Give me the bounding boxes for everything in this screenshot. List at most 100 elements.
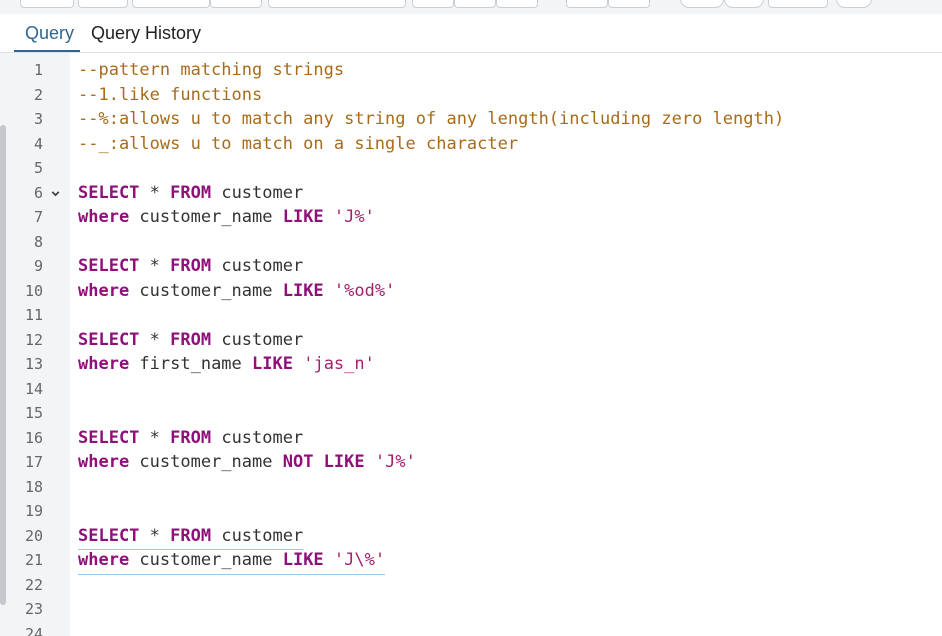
token-keyword: SELECT [78,182,140,203]
token-keyword: NOT LIKE [282,452,365,472]
code-text: --pattern matching strings [78,58,344,83]
code-line[interactable]: 5 [0,156,942,181]
token-op [293,354,303,374]
code-line[interactable]: 1 --pattern matching strings [0,58,942,83]
token-string: 'J\%' [333,550,386,570]
code-line[interactable]: 6 SELECT * FROM customer [0,181,942,206]
toolbar-button[interactable] [454,0,496,8]
sql-editor[interactable]: 1 --pattern matching strings 2 --1.like fun… [0,53,942,636]
token-ident: customer_name [129,452,283,472]
code-line[interactable]: 23 [0,597,942,622]
code-line[interactable]: 11 [0,303,942,328]
line-number: 2 [33,85,43,104]
toolbar-button[interactable] [566,0,608,8]
toolbar-button[interactable] [210,0,262,8]
toolbar-button[interactable] [768,0,828,8]
toolbar-button[interactable] [20,0,74,8]
code-line[interactable]: 18 [0,475,942,500]
token-ident: customer [211,427,304,448]
line-number: 17 [24,453,43,471]
token-keyword: where [78,452,130,472]
token-ident: customer [211,329,304,350]
token-keyword: SELECT [78,329,140,350]
token-string: 'J%' [374,452,416,472]
token-op [324,207,334,227]
code-line[interactable]: 20 SELECT * FROM customer [0,524,942,550]
code-line[interactable]: 14 [0,377,942,402]
line-number: 21 [24,551,43,569]
code-line[interactable]: 24 [0,622,942,636]
token-ident: customer [211,182,304,203]
code-line[interactable]: 7 where customer_name LIKE 'J%' [0,205,942,230]
code-line[interactable]: 19 [0,499,942,524]
chevron-down-icon[interactable] [50,181,61,206]
line-number: 14 [24,379,43,398]
line-number: 18 [24,477,43,496]
toolbar [0,0,942,15]
token-keyword: FROM [170,427,212,448]
code-line[interactable]: 17 where customer_name NOT LIKE 'J%' [0,450,942,475]
toolbar-button[interactable] [608,0,650,8]
toolbar-button[interactable] [132,0,210,8]
line-number: 11 [24,306,43,324]
line-number: 1 [33,61,43,79]
toolbar-button[interactable] [268,0,406,8]
toolbar-button[interactable] [836,0,872,8]
token-comment: --_:allows u to match on a single charac… [78,133,519,154]
toolbar-button[interactable] [680,0,724,8]
code-line[interactable]: 8 [0,230,942,255]
line-number: 20 [24,526,43,545]
token-keyword: SELECT [78,525,140,546]
code-line[interactable]: 4 --_:allows u to match on a single chara… [0,132,942,157]
line-number: 5 [33,159,43,177]
token-keyword: LIKE [282,280,324,301]
code-text: SELECT * FROM customer [78,254,303,279]
token-comment: --%:allows u to match any string of any … [78,109,785,129]
line-number: 6 [33,183,43,202]
line-number: 19 [24,502,43,520]
token-op: * [139,525,171,546]
code-line[interactable]: 22 [0,573,942,598]
code-line[interactable]: 21 where customer_name LIKE 'J\%' [0,548,942,575]
line-number: 24 [24,624,43,636]
code-line[interactable]: 3 --%:allows u to match any string of any… [0,107,942,132]
tab-query[interactable]: Query [25,14,74,52]
line-number: 12 [24,330,43,349]
code-text: --%:allows u to match any string of any … [78,107,784,132]
toolbar-button[interactable] [724,0,764,8]
code-text: SELECT * FROM customer [78,524,304,550]
token-keyword: LIKE [252,354,293,374]
toolbar-button[interactable] [412,0,454,8]
line-number: 9 [33,257,43,275]
token-keyword: where [78,280,130,301]
token-ident: first_name [129,354,253,374]
token-ident: customer [211,256,304,276]
code-line[interactable]: 16 SELECT * FROM customer [0,426,942,451]
code-text: SELECT * FROM customer [78,181,303,206]
code-line[interactable]: 10 where customer_name LIKE '%od%' [0,279,942,304]
code-text: --1.like functions [78,83,262,108]
line-number: 22 [24,575,43,594]
code-text: SELECT * FROM customer [78,328,303,353]
editor-tabs: Query Query History [0,14,942,53]
token-op [324,281,334,301]
toolbar-button[interactable] [496,0,538,8]
line-number: 3 [33,110,43,128]
code-line[interactable]: 15 [0,401,942,426]
token-keyword: where [78,354,130,374]
active-tab-indicator [14,50,80,52]
code-line[interactable]: 9 SELECT * FROM customer [0,254,942,279]
code-line[interactable]: 2 --1.like functions [0,83,942,108]
line-number: 23 [24,600,43,618]
code-line[interactable]: 12 SELECT * FROM customer [0,328,942,353]
line-number: 10 [24,281,43,300]
toolbar-button[interactable] [78,0,128,8]
code-text: --_:allows u to match on a single charac… [78,132,518,157]
tab-query-history[interactable]: Query History [91,14,201,52]
token-keyword: FROM [170,256,212,276]
line-number: 13 [24,355,43,373]
code-line[interactable]: 13 where first_name LIKE 'jas_n' [0,352,942,377]
token-ident: customer_name [129,280,283,301]
token-string: '%od%' [333,280,396,301]
line-number: 8 [33,232,43,251]
